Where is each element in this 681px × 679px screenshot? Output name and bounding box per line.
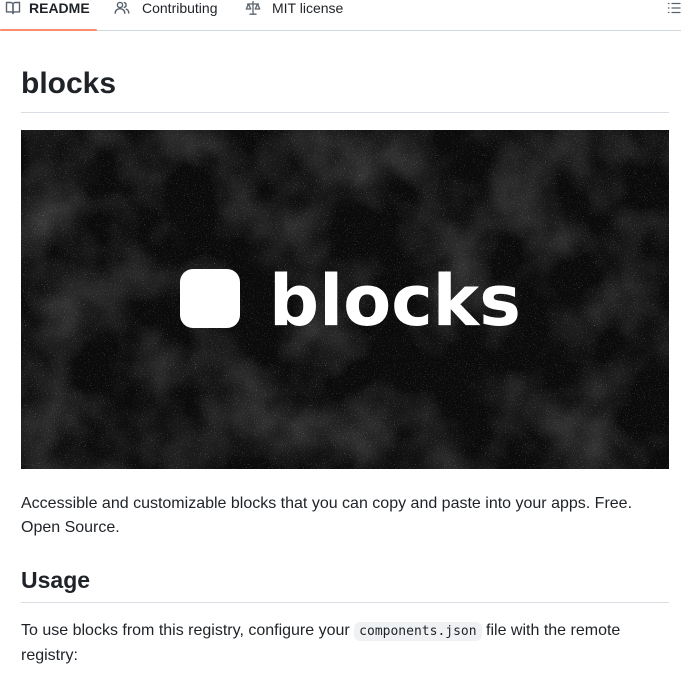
active-tab-indicator [0, 29, 97, 31]
tab-readme[interactable]: README [0, 0, 97, 31]
readme-title: blocks [21, 67, 117, 100]
people-icon [114, 0, 130, 16]
banner-wordmark: blocks [269, 260, 521, 342]
tab-license-label: MIT license [272, 0, 344, 16]
readme-tab-bar: README Contributing MIT license [0, 0, 681, 31]
usage-divider [21, 602, 669, 603]
tab-contributing-label: Contributing [142, 0, 218, 16]
components-json-code: components.json [354, 622, 482, 641]
title-divider [21, 112, 669, 113]
tab-license[interactable]: MIT license [245, 0, 343, 30]
readme-banner-image: blocks [21, 130, 669, 469]
usage-text-before: To use blocks from this registry, config… [21, 622, 355, 639]
blocks-logo-mark [180, 269, 240, 328]
book-icon [5, 0, 21, 16]
tab-readme-label: README [29, 0, 90, 16]
usage-paragraph: To use blocks from this registry, config… [21, 619, 661, 668]
list-unordered-icon [667, 2, 681, 20]
usage-heading: Usage [21, 567, 91, 593]
outline-button[interactable] [667, 0, 681, 16]
law-icon [245, 0, 261, 16]
tab-contributing[interactable]: Contributing [114, 0, 218, 30]
readme-intro: Accessible and customizable blocks that … [21, 495, 633, 536]
